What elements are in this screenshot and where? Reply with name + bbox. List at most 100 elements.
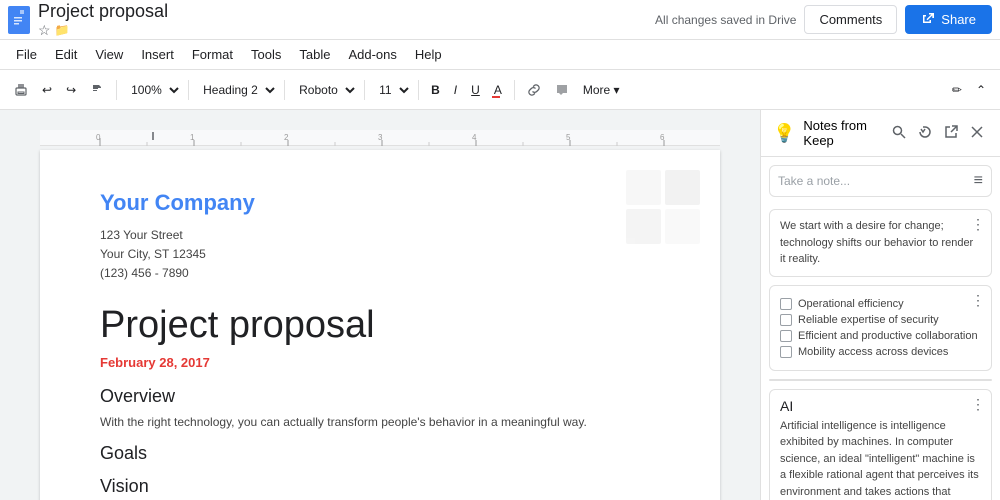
keep-header: 💡 Notes from Keep bbox=[761, 110, 1000, 157]
keep-refresh-button[interactable] bbox=[914, 121, 936, 146]
share-label: Share bbox=[941, 12, 976, 27]
keep-card1-more-button[interactable]: ⋮ bbox=[971, 216, 985, 233]
font-color-button[interactable]: A bbox=[488, 79, 508, 101]
keep-header-actions bbox=[888, 121, 988, 146]
svg-text:2: 2 bbox=[284, 133, 289, 142]
keep-ai-card: ⋮ AI Artificial intelligence is intellig… bbox=[769, 389, 992, 500]
font-select[interactable]: Roboto bbox=[291, 79, 358, 101]
keep-card1-text: We start with a desire for change; techn… bbox=[780, 218, 981, 268]
doc-title[interactable]: Project proposal bbox=[38, 1, 168, 22]
keep-note-placeholder: Take a note... bbox=[778, 174, 850, 188]
keep-image-card: ★ ★ ★ ⋮ bbox=[769, 379, 992, 381]
address-line3: (123) 456 - 7890 bbox=[100, 264, 660, 283]
divider-6 bbox=[514, 80, 515, 100]
collapse-button[interactable]: ⌃ bbox=[970, 79, 992, 101]
keep-checklist-card: ⋮ Operational efficiency Reliable expert… bbox=[769, 285, 992, 371]
keep-text-card: ⋮ We start with a desire for change; tec… bbox=[769, 209, 992, 277]
doc-icon bbox=[8, 6, 30, 34]
main-area: 0 1 2 3 4 5 6 bbox=[0, 110, 1000, 500]
menubar: File Edit View Insert Format Tools Table… bbox=[0, 40, 1000, 70]
doc-area: 0 1 2 3 4 5 6 bbox=[0, 110, 760, 500]
ruler: 0 1 2 3 4 5 6 bbox=[40, 130, 720, 146]
pencil-button[interactable]: ✏ bbox=[946, 79, 968, 101]
address-block: 123 Your Street Your City, ST 12345 (123… bbox=[100, 226, 660, 284]
divider-5 bbox=[418, 80, 419, 100]
check-item-1-checkbox[interactable] bbox=[780, 314, 792, 326]
check-item-1-label: Reliable expertise of security bbox=[798, 314, 939, 326]
menu-table[interactable]: Table bbox=[291, 43, 338, 66]
share-icon bbox=[921, 11, 935, 28]
menu-addons[interactable]: Add-ons bbox=[340, 43, 404, 66]
topbar: Project proposal ☆ 📁 All changes saved i… bbox=[0, 0, 1000, 40]
section-goals-heading: Goals bbox=[100, 443, 660, 464]
section-overview-text: With the right technology, you can actua… bbox=[100, 413, 660, 431]
menu-file[interactable]: File bbox=[8, 43, 45, 66]
comment-inline-button[interactable] bbox=[549, 79, 575, 101]
underline-button[interactable]: U bbox=[465, 79, 486, 101]
save-status: All changes saved in Drive bbox=[655, 13, 796, 27]
keep-close-button[interactable] bbox=[966, 121, 988, 146]
check-item-3-label: Mobility access across devices bbox=[798, 346, 948, 358]
svg-text:5: 5 bbox=[566, 133, 571, 142]
size-select[interactable]: 11 bbox=[371, 79, 412, 101]
italic-button[interactable]: I bbox=[448, 79, 463, 101]
divider-2 bbox=[188, 80, 189, 100]
svg-text:4: 4 bbox=[472, 133, 477, 142]
company-name: Your Company bbox=[100, 190, 660, 216]
menu-help[interactable]: Help bbox=[407, 43, 450, 66]
print-button[interactable] bbox=[8, 79, 34, 101]
keep-ai-text: Artificial intelligence is intelligence … bbox=[780, 418, 981, 500]
doc-meta: ☆ 📁 bbox=[38, 22, 168, 39]
keep-checklist-more-button[interactable]: ⋮ bbox=[971, 292, 985, 309]
page-watermark bbox=[626, 170, 700, 244]
document-title: Project proposal bbox=[100, 304, 660, 347]
star-icon[interactable]: ☆ bbox=[38, 22, 51, 39]
redo-button[interactable]: ↪ bbox=[60, 79, 82, 101]
check-item-0-label: Operational efficiency bbox=[798, 298, 904, 310]
menu-format[interactable]: Format bbox=[184, 43, 241, 66]
keep-ai-title: AI bbox=[780, 398, 981, 414]
check-item-2-label: Efficient and productive collaboration bbox=[798, 330, 978, 342]
keep-icon: 💡 bbox=[773, 123, 795, 144]
list-item: Mobility access across devices bbox=[780, 344, 981, 360]
undo-button[interactable]: ↩ bbox=[36, 79, 58, 101]
comments-button[interactable]: Comments bbox=[804, 5, 897, 34]
zoom-select[interactable]: 100% bbox=[123, 79, 182, 101]
share-button[interactable]: Share bbox=[905, 5, 992, 34]
svg-text:3: 3 bbox=[378, 133, 383, 142]
check-item-3-checkbox[interactable] bbox=[780, 346, 792, 358]
title-section: Project proposal ☆ 📁 bbox=[38, 1, 168, 39]
toolbar: ↩ ↪ 100% Heading 2 Roboto 11 B I U A Mor… bbox=[0, 70, 1000, 110]
svg-text:0: 0 bbox=[96, 133, 101, 142]
address-line2: Your City, ST 12345 bbox=[100, 245, 660, 264]
menu-view[interactable]: View bbox=[87, 43, 131, 66]
list-item: Operational efficiency bbox=[780, 296, 981, 312]
section-overview-heading: Overview bbox=[100, 386, 660, 407]
check-item-0-checkbox[interactable] bbox=[780, 298, 792, 310]
list-item: Efficient and productive collaboration bbox=[780, 328, 981, 344]
list-item: Reliable expertise of security bbox=[780, 312, 981, 328]
divider-4 bbox=[364, 80, 365, 100]
menu-insert[interactable]: Insert bbox=[133, 43, 182, 66]
divider-3 bbox=[284, 80, 285, 100]
paint-format-button[interactable] bbox=[84, 79, 110, 101]
keep-ai-more-button[interactable]: ⋮ bbox=[971, 396, 985, 413]
address-line1: 123 Your Street bbox=[100, 226, 660, 245]
svg-text:1: 1 bbox=[190, 133, 195, 142]
keep-checklist: Operational efficiency Reliable expertis… bbox=[780, 294, 981, 362]
bold-button[interactable]: B bbox=[425, 79, 446, 101]
keep-note-options-icon[interactable]: ≡ bbox=[974, 172, 983, 190]
keep-open-button[interactable] bbox=[940, 121, 962, 146]
keep-search-button[interactable] bbox=[888, 121, 910, 146]
menu-edit[interactable]: Edit bbox=[47, 43, 85, 66]
keep-note-input[interactable]: Take a note... ≡ bbox=[769, 165, 992, 197]
style-select[interactable]: Heading 2 bbox=[195, 79, 278, 101]
more-button[interactable]: More ▾ bbox=[577, 79, 626, 101]
section-vision-heading: Vision bbox=[100, 476, 660, 497]
menu-tools[interactable]: Tools bbox=[243, 43, 289, 66]
link-button[interactable] bbox=[521, 79, 547, 101]
folder-icon[interactable]: 📁 bbox=[55, 23, 70, 37]
keep-panel-title: Notes from Keep bbox=[803, 118, 880, 148]
check-item-2-checkbox[interactable] bbox=[780, 330, 792, 342]
document-page[interactable]: Your Company 123 Your Street Your City, … bbox=[40, 150, 720, 500]
